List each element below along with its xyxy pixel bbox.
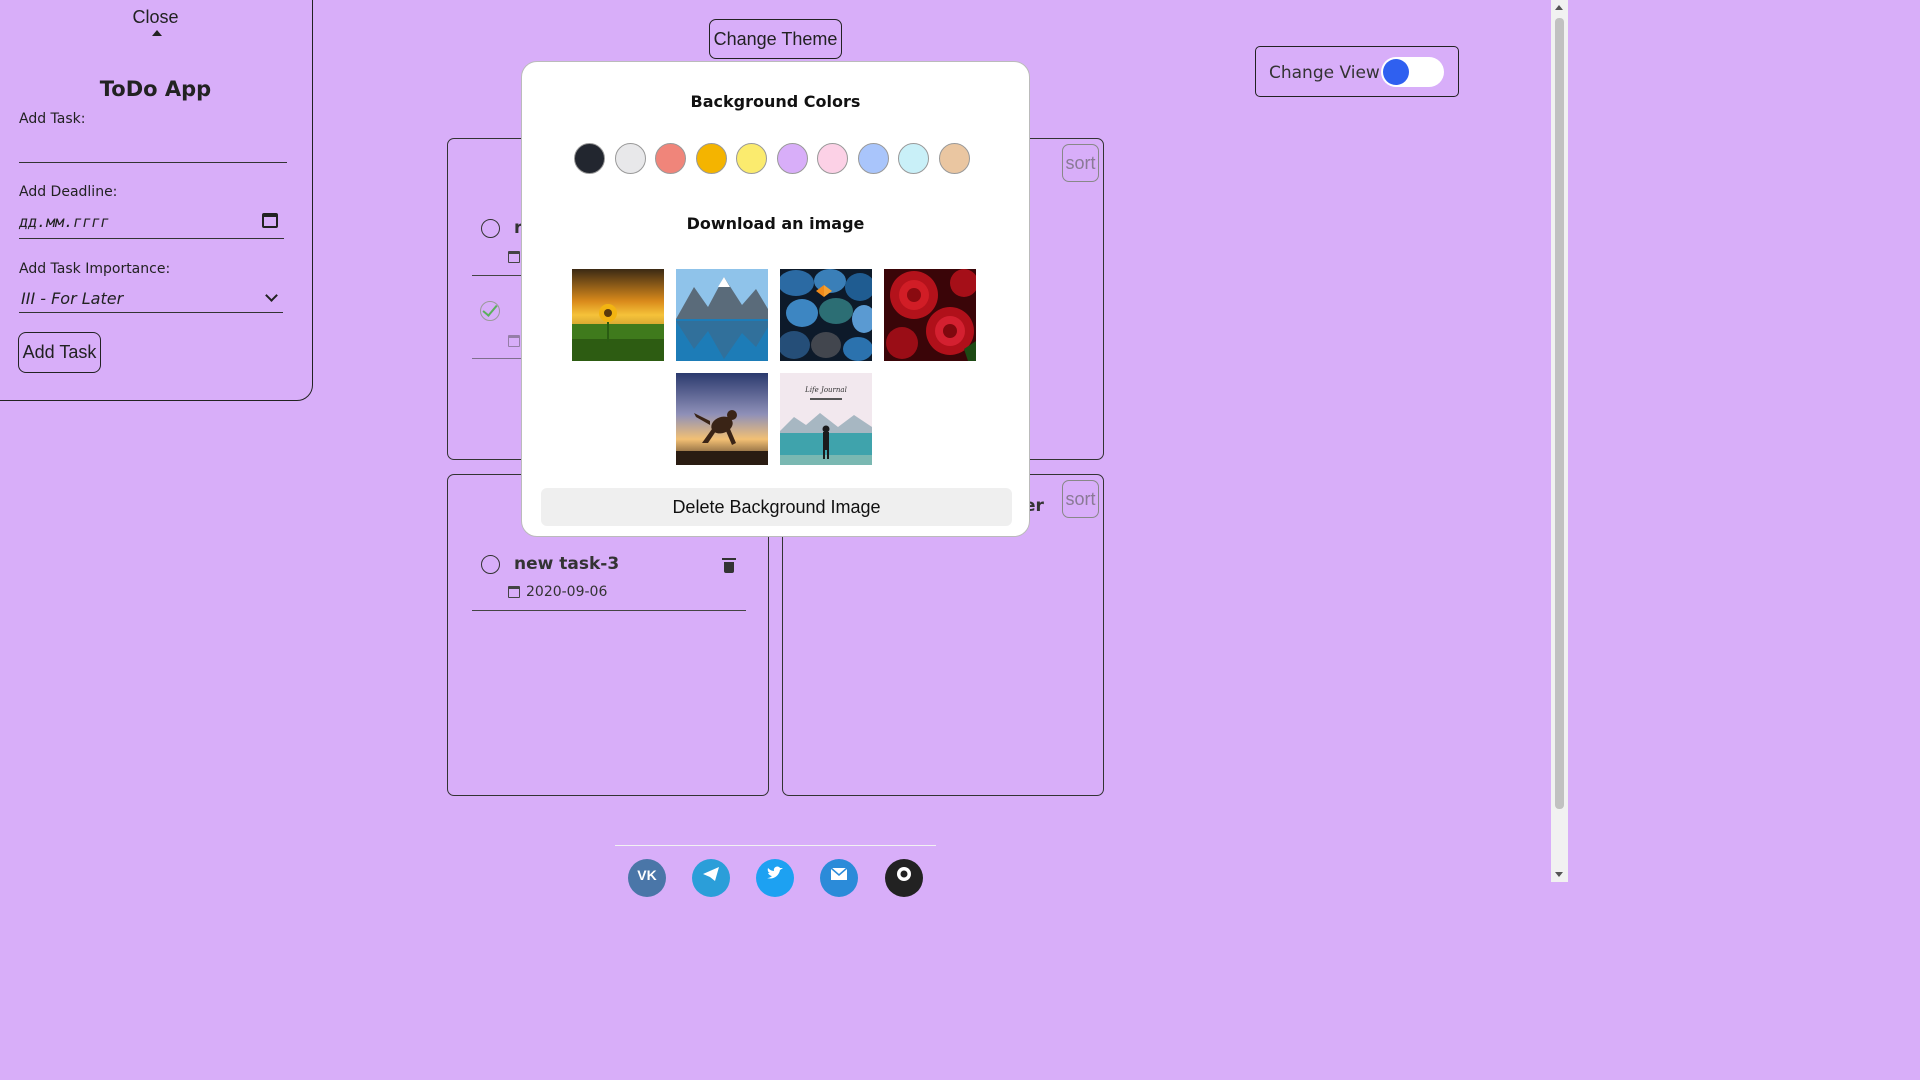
sort-button-bottom[interactable]: sort: [1062, 480, 1099, 518]
calendar-icon[interactable]: [262, 213, 278, 228]
task-divider: [472, 610, 746, 611]
checkmark-icon[interactable]: [480, 301, 500, 321]
color-swatch[interactable]: [938, 143, 970, 174]
importance-select[interactable]: III - For Later: [21, 289, 123, 308]
email-icon[interactable]: [820, 859, 858, 897]
scroll-down-arrow-icon[interactable]: [1555, 872, 1563, 877]
close-sidebar-button[interactable]: Close: [0, 7, 312, 28]
add-task-input[interactable]: [19, 162, 287, 163]
task-title: new task-3: [514, 554, 620, 574]
vk-icon[interactable]: VK: [628, 859, 666, 897]
red-roses-image[interactable]: [884, 269, 976, 361]
calendar-icon: [508, 586, 520, 598]
calendar-icon: [508, 251, 520, 263]
color-swatch[interactable]: [655, 143, 686, 174]
app-title: ToDo App: [99, 77, 212, 101]
lake-silhouette-image[interactable]: Life Journal: [780, 373, 872, 465]
delete-background-image-button[interactable]: Delete Background Image: [541, 488, 1012, 526]
theme-modal: Background Colors Download an image Life…: [521, 61, 1030, 537]
chevron-down-icon[interactable]: [265, 289, 278, 302]
task-date: 2020-09-06: [526, 584, 608, 600]
sidebar-panel: Close ToDo App Add Task: Add Deadline: д…: [0, 0, 313, 401]
deadline-underline: [19, 238, 284, 239]
calendar-icon: [508, 335, 520, 347]
page-scrollbar[interactable]: [1551, 0, 1568, 882]
scrollbar-thumb[interactable]: [1555, 18, 1564, 809]
download-image-title: Download an image: [686, 214, 865, 233]
image-caption: Life Journal: [804, 386, 847, 394]
footer-divider: [615, 845, 936, 846]
color-swatch[interactable]: [857, 143, 889, 174]
color-swatch[interactable]: [695, 143, 727, 174]
telegram-icon[interactable]: [692, 859, 730, 897]
color-swatch[interactable]: [574, 143, 605, 174]
twitter-icon[interactable]: [756, 859, 794, 897]
mountain-lake-image[interactable]: [676, 269, 768, 361]
color-swatch[interactable]: [817, 143, 848, 174]
github-icon[interactable]: [885, 859, 923, 897]
sunflower-sunset-image[interactable]: [572, 269, 664, 361]
trash-icon[interactable]: [722, 558, 736, 573]
pebbles-butterfly-image[interactable]: [780, 269, 872, 361]
deadline-input[interactable]: дд.мм.гггг: [19, 213, 109, 231]
add-deadline-label: Add Deadline:: [19, 184, 118, 200]
background-colors-title: Background Colors: [690, 92, 861, 111]
scroll-up-arrow-icon[interactable]: [1555, 5, 1563, 10]
color-swatch[interactable]: [614, 143, 646, 174]
color-swatch[interactable]: [898, 143, 929, 174]
change-view-control: Change View: [1255, 46, 1459, 97]
sort-button-top[interactable]: sort: [1062, 144, 1099, 182]
change-view-label: Change View: [1269, 63, 1380, 83]
importance-underline: [19, 312, 283, 313]
toggle-knob: [1383, 59, 1409, 85]
change-theme-button[interactable]: Change Theme: [709, 19, 842, 59]
task-complete-radio[interactable]: [481, 555, 500, 574]
cat-sunset-image[interactable]: [676, 373, 768, 465]
change-view-toggle[interactable]: [1381, 57, 1444, 87]
importance-label: Add Task Importance:: [19, 261, 171, 277]
add-task-label: Add Task:: [19, 111, 86, 127]
add-task-button[interactable]: Add Task: [18, 332, 101, 373]
color-swatch[interactable]: [776, 143, 808, 174]
caret-up-icon[interactable]: [152, 30, 162, 36]
color-swatch[interactable]: [736, 143, 767, 174]
task-complete-radio[interactable]: [481, 219, 500, 238]
